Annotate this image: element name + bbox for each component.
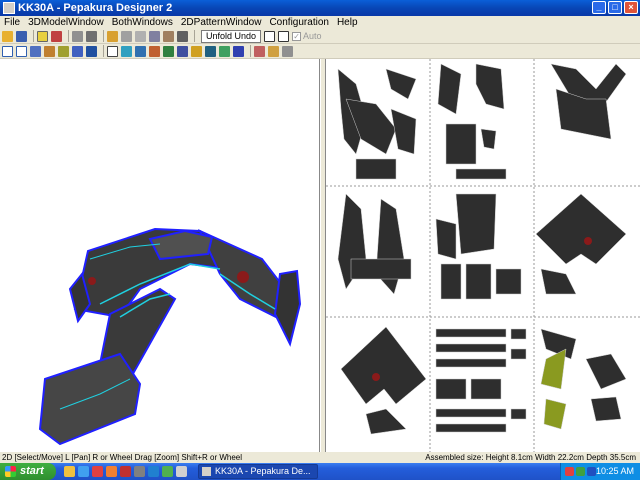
toolbar-separator [68,30,69,42]
status-bar: 2D [Select/Move] L [Pan] R or Wheel Drag… [0,452,640,463]
paint-icon[interactable] [44,45,55,57]
toolbar-separator [103,30,104,42]
3d-model-viewport[interactable] [0,59,320,452]
start-label: start [20,465,44,477]
main-toolbar: Unfold Undo ✓ Auto [0,29,640,44]
auto-label: Auto [303,31,322,41]
move-icon[interactable] [149,30,160,42]
window-title: KK30A - Pepakura Designer 2 [18,2,173,14]
select-icon[interactable] [107,45,118,57]
edit-mode-icon[interactable] [37,30,48,42]
status-assembled-size: Assembled size: Height 8.1cm Width 22.2c… [425,453,636,462]
windows-flag-icon [5,466,16,477]
texture-icon[interactable] [51,30,62,42]
brush-icon[interactable] [30,45,41,57]
page-icon[interactable] [282,45,293,57]
stack-icon[interactable] [177,30,188,42]
quicklaunch-icon-3[interactable] [92,466,103,477]
edge-icon[interactable] [121,45,132,57]
unfold-undo-button[interactable]: Unfold Undo [201,29,262,43]
pattern-parts [337,63,627,435]
menu-bar: File 3DModelWindow BothWindows 2DPattern… [0,16,640,29]
tray-icon-3[interactable] [587,467,596,476]
tray-icon-1[interactable] [565,467,574,476]
menu-2dpatternwindow[interactable]: 2DPatternWindow [177,16,266,29]
pencil-icon[interactable] [107,30,118,42]
menu-help[interactable]: Help [333,16,362,29]
app-icon [3,2,15,14]
menu-3dmodelwindow[interactable]: 3DModelWindow [24,16,108,29]
toolbar-separator [194,30,195,42]
fill-icon[interactable] [149,45,160,57]
tray-icon-2[interactable] [576,467,585,476]
secondary-toolbar [0,44,640,59]
quicklaunch-icon-4[interactable] [106,466,117,477]
rotate-icon[interactable] [135,30,146,42]
quicklaunch-icon-5[interactable] [120,466,131,477]
toolbar-separator [103,45,104,57]
clock[interactable]: 10:25 AM [596,463,634,480]
toolbar-separator [33,30,34,42]
2d-pattern-pane[interactable] [326,59,640,452]
fit-all-icon[interactable] [16,45,27,57]
scale-icon[interactable] [163,30,174,42]
open-folder-icon[interactable] [2,30,13,42]
3d-model-pane[interactable] [0,59,320,452]
cube-icon[interactable] [72,30,83,42]
pattern-icon[interactable] [163,45,174,57]
window-b-icon[interactable] [278,30,290,42]
fold-icon[interactable] [135,45,146,57]
menu-configuration[interactable]: Configuration [265,16,332,29]
menu-bothwindows[interactable]: BothWindows [108,16,177,29]
quicklaunch-icon-8[interactable] [162,466,173,477]
settings-icon[interactable] [268,45,279,57]
minimize-button[interactable]: _ [592,1,606,14]
flap-icon[interactable] [219,45,230,57]
quicklaunch-icon-9[interactable] [176,466,187,477]
width-icon[interactable] [177,45,188,57]
toolbar-separator [250,45,251,57]
close-button[interactable]: × [624,1,638,14]
taskbar: start KK30A - Pepakura De... 10:25 AM [0,463,640,480]
flat-icon[interactable] [86,30,97,42]
taskbar-item-pepakura[interactable]: KK30A - Pepakura De... [198,464,318,479]
start-button[interactable]: start [0,463,56,480]
auto-check-box[interactable]: ✓ [292,31,302,41]
system-tray: 10:25 AM [560,463,640,480]
window-a-icon[interactable] [264,30,276,42]
text2-icon[interactable] [191,45,202,57]
app-icon [202,467,211,476]
save-icon[interactable] [16,30,27,42]
image-icon[interactable] [86,45,97,57]
auto-checkbox[interactable]: ✓ Auto [292,31,322,41]
title-bar: KK30A - Pepakura Designer 2 _ □ × [0,0,640,16]
fit-icon[interactable] [2,45,13,57]
menu-file[interactable]: File [0,16,24,29]
join-icon[interactable] [121,30,132,42]
quicklaunch-icon-7[interactable] [148,466,159,477]
status-mode-text: 2D [Select/Move] L [Pan] R or Wheel Drag… [2,453,243,462]
quicklaunch-icon-2[interactable] [78,466,89,477]
quicklaunch-icon-1[interactable] [64,466,75,477]
quick-launch [64,466,187,477]
print-icon[interactable] [254,45,265,57]
line-icon[interactable] [58,45,69,57]
2d-pattern-viewport[interactable] [326,59,640,452]
maximize-button[interactable]: □ [608,1,622,14]
picture-icon[interactable] [205,45,216,57]
taskbar-item-label: KK30A - Pepakura De... [215,466,311,476]
undo-icon[interactable] [233,45,244,57]
ship-model [38,227,302,446]
quicklaunch-icon-6[interactable] [134,466,145,477]
text-icon[interactable] [72,45,83,57]
